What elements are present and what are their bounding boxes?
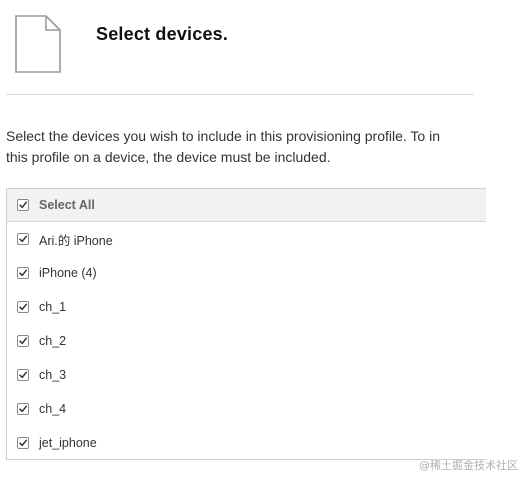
page-title: Select devices.	[96, 24, 229, 44]
device-row[interactable]: Ari.的 iPhone	[7, 222, 486, 256]
description-line-2: this profile on a device, the device mus…	[6, 149, 331, 165]
device-row[interactable]: ch_1	[7, 290, 486, 324]
checkmark-icon	[19, 439, 28, 447]
checkmark-icon	[19, 405, 28, 413]
device-checkbox[interactable]	[17, 403, 29, 415]
device-label: ch_3	[39, 368, 67, 382]
description-text: Select the devices you wish to include i…	[6, 126, 476, 168]
description-line-1: Select the devices you wish to include i…	[6, 128, 440, 144]
device-checkbox[interactable]	[17, 335, 29, 347]
checkmark-icon	[19, 337, 28, 345]
device-row[interactable]: ch_2	[7, 324, 486, 358]
device-checkbox[interactable]	[17, 437, 29, 449]
checkmark-icon	[19, 235, 28, 243]
header-divider	[6, 94, 474, 95]
device-label: ch_2	[39, 334, 67, 348]
device-checkbox[interactable]	[17, 369, 29, 381]
checkmark-icon	[19, 303, 28, 311]
device-label: jet_iphone	[39, 436, 97, 450]
device-list: Select All Ari.的 iPhone iPhone (4) ch_1 …	[6, 188, 486, 460]
checkmark-icon	[19, 201, 28, 209]
watermark: @稀土掘金技术社区	[419, 459, 518, 472]
select-all-label: Select All	[39, 198, 95, 212]
device-label: iPhone (4)	[39, 266, 97, 280]
device-row[interactable]: ch_3	[7, 358, 486, 392]
device-checkbox[interactable]	[17, 267, 29, 279]
device-checkbox[interactable]	[17, 233, 29, 245]
device-row[interactable]: ch_4	[7, 392, 486, 426]
select-all-checkbox[interactable]	[17, 199, 29, 211]
device-label: ch_1	[39, 300, 67, 314]
device-checkbox[interactable]	[17, 301, 29, 313]
device-row[interactable]: jet_iphone	[7, 426, 486, 459]
device-label: ch_4	[39, 402, 67, 416]
document-icon	[15, 15, 61, 73]
device-row[interactable]: iPhone (4)	[7, 256, 486, 290]
checkmark-icon	[19, 269, 28, 277]
select-all-row[interactable]: Select All	[7, 189, 486, 222]
device-label: Ari.的 iPhone	[39, 233, 113, 248]
checkmark-icon	[19, 371, 28, 379]
